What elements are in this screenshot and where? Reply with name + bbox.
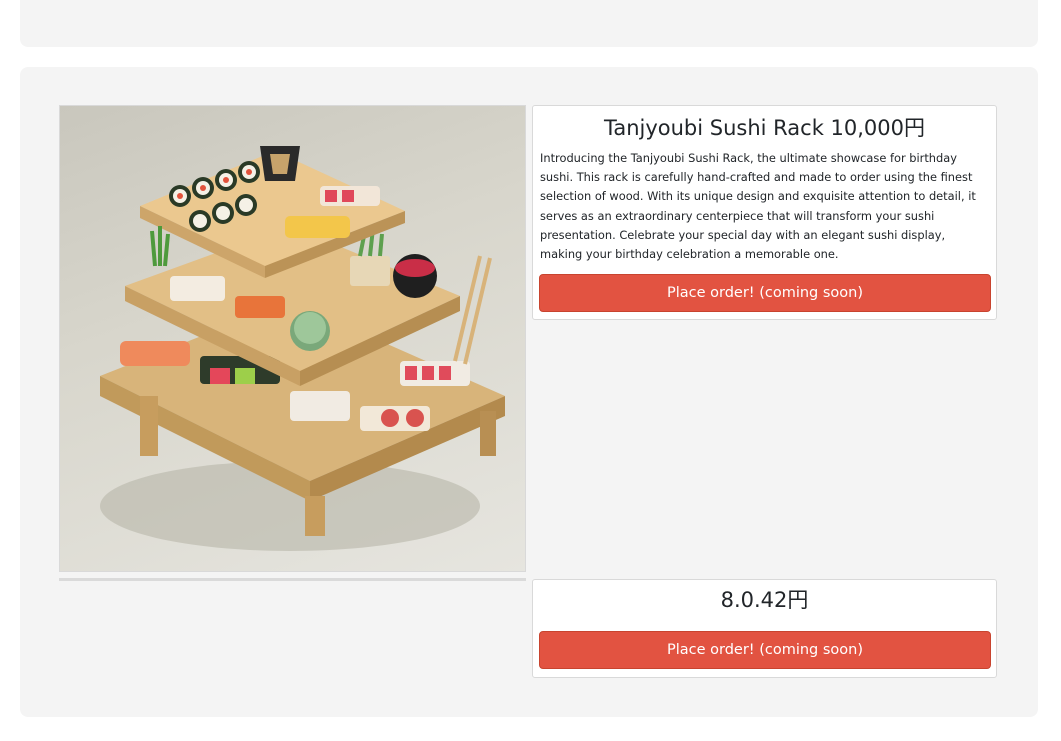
product-description: Introducing the Tanjyoubi Sushi Rack, th… bbox=[540, 151, 976, 262]
image-divider bbox=[59, 578, 526, 581]
place-order-button-2[interactable]: Place order! (coming soon) bbox=[539, 631, 991, 669]
sushi-rack-image bbox=[59, 105, 526, 572]
product-info-card: Tanjyoubi Sushi Rack 10,000円 Introducing… bbox=[532, 105, 997, 320]
previous-product-card bbox=[20, 0, 1038, 47]
product-title: Tanjyoubi Sushi Rack 10,000円 bbox=[603, 116, 926, 140]
place-order-button[interactable]: Place order! (coming soon) bbox=[539, 274, 991, 312]
product-info-card-2: 8.0.42円 Place order! (coming soon) bbox=[532, 579, 997, 678]
product-price-title: 8.0.42円 bbox=[720, 588, 809, 612]
